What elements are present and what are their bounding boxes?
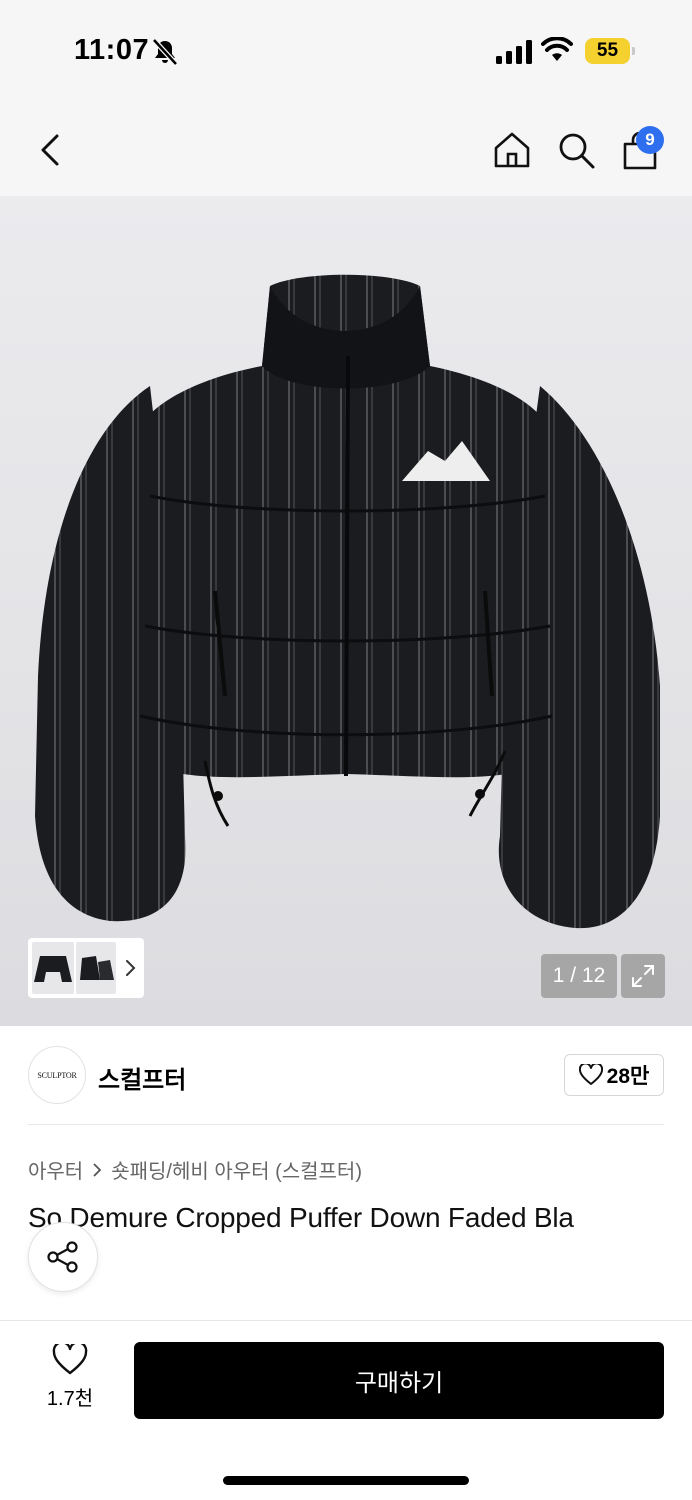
product-image[interactable] (0, 196, 692, 1026)
breadcrumb: 아우터 숏패딩/헤비 아우터 (스컬프터) (28, 1155, 362, 1184)
status-bar: 11:07 55 (0, 0, 692, 100)
share-icon (47, 1241, 78, 1273)
share-button[interactable] (28, 1222, 98, 1292)
brand-logo-text: SCULPTOR (37, 1070, 77, 1080)
heart-icon (578, 1064, 603, 1085)
chevron-right-icon[interactable] (122, 954, 140, 982)
top-navigation (0, 100, 692, 196)
battery-level: 55 (585, 38, 630, 64)
expand-icon[interactable] (621, 954, 665, 998)
brand-like-button[interactable]: 28만 (564, 1054, 664, 1096)
thumbnail-image[interactable] (76, 942, 116, 994)
battery-icon: 55 (585, 38, 635, 64)
brand-logo[interactable]: SCULPTOR (28, 1046, 86, 1104)
buy-button[interactable]: 구매하기 (134, 1342, 664, 1419)
thumbnail-strip[interactable] (28, 938, 144, 998)
cart-count-badge: 9 (636, 126, 664, 154)
wishlist-count: 1.7천 (46, 1388, 94, 1410)
breadcrumb-subcategory[interactable]: 숏패딩/헤비 아우터 (스컬프터) (111, 1155, 362, 1184)
status-time: 11:07 (74, 34, 150, 66)
divider (28, 1124, 664, 1125)
back-icon[interactable] (30, 130, 70, 170)
heart-icon (52, 1344, 88, 1375)
brand-like-count: 28만 (606, 1065, 650, 1088)
breadcrumb-category[interactable]: 아우터 (28, 1155, 83, 1184)
brand-name[interactable]: 스컬프터 (98, 1060, 186, 1095)
jacket-image (35, 274, 660, 929)
chevron-right-icon (93, 1162, 102, 1177)
search-icon[interactable] (554, 128, 598, 172)
bell-slash-icon (152, 38, 178, 66)
thumbnail-image[interactable] (32, 942, 74, 994)
wishlist-button[interactable]: 1.7천 (28, 1344, 112, 1414)
home-indicator[interactable] (223, 1476, 469, 1485)
home-icon[interactable] (490, 128, 534, 172)
signal-icon (496, 40, 532, 64)
wifi-icon (541, 37, 573, 61)
image-counter: 1 / 12 (541, 954, 617, 998)
product-title: So Demure Cropped Puffer Down Faded Bla (28, 1202, 574, 1233)
